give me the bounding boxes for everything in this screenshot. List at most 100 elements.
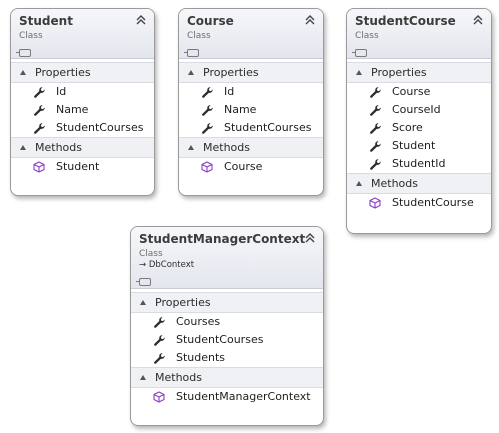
arrow-right-icon: → <box>139 260 147 270</box>
details-toggle-icon[interactable] <box>352 49 367 57</box>
class-box-studentcourse[interactable]: StudentCourse Class Properties Course Co… <box>346 8 492 234</box>
section-label: Properties <box>371 66 427 79</box>
section-label: Properties <box>155 296 211 309</box>
properties-section-header[interactable]: Properties <box>131 292 323 313</box>
method-name: Student <box>56 160 100 173</box>
property-item[interactable]: Course <box>347 83 491 101</box>
wrench-icon <box>154 317 165 328</box>
method-item[interactable]: Course <box>179 158 323 176</box>
property-item[interactable]: Students <box>131 349 323 367</box>
properties-section-header[interactable]: Properties <box>11 62 154 83</box>
details-toggle-icon[interactable] <box>136 278 151 286</box>
section-label: Methods <box>35 141 82 154</box>
class-stereotype: Class <box>187 31 211 41</box>
property-name: StudentCourses <box>224 121 312 134</box>
property-item[interactable]: StudentCourses <box>179 119 323 137</box>
class-name: StudentCourse <box>355 14 456 28</box>
properties-section-header[interactable]: Properties <box>179 62 323 83</box>
wrench-icon <box>154 335 165 346</box>
property-name: StudentCourses <box>56 121 144 134</box>
class-stereotype: Class <box>139 249 163 259</box>
method-item[interactable]: StudentCourse <box>347 194 491 212</box>
methods-section-header[interactable]: Methods <box>131 367 323 388</box>
wrench-icon <box>202 87 213 98</box>
property-name: Students <box>176 351 226 364</box>
class-header: Student Class <box>11 9 154 59</box>
wrench-icon <box>370 87 381 98</box>
expand-triangle-icon[interactable] <box>140 300 146 305</box>
property-name: Score <box>392 121 423 134</box>
property-item[interactable]: StudentCourses <box>11 119 154 137</box>
property-name: Name <box>56 103 89 116</box>
expand-triangle-icon[interactable] <box>188 70 194 75</box>
property-item[interactable]: StudentCourses <box>131 331 323 349</box>
wrench-icon <box>370 123 381 134</box>
cube-icon <box>33 161 45 173</box>
property-item[interactable]: Score <box>347 119 491 137</box>
wrench-icon <box>202 105 213 116</box>
property-name: Name <box>224 103 257 116</box>
method-name: StudentManagerContext <box>176 390 311 403</box>
property-name: Id <box>224 85 235 98</box>
expand-triangle-icon[interactable] <box>20 70 26 75</box>
wrench-icon <box>34 87 45 98</box>
double-chevron-up-icon[interactable] <box>472 14 484 26</box>
cube-icon <box>153 391 165 403</box>
property-name: Courses <box>176 315 221 328</box>
class-name: StudentManagerContext <box>139 232 306 246</box>
property-name: StudentCourses <box>176 333 264 346</box>
double-chevron-up-icon[interactable] <box>135 14 147 26</box>
expand-triangle-icon[interactable] <box>188 145 194 150</box>
double-chevron-up-icon[interactable] <box>304 232 316 244</box>
expand-triangle-icon[interactable] <box>20 145 26 150</box>
property-name: Student <box>392 139 436 152</box>
property-name: CourseId <box>392 103 441 116</box>
methods-section-header[interactable]: Methods <box>11 137 154 158</box>
wrench-icon <box>370 105 381 116</box>
class-stereotype: Class <box>19 31 43 41</box>
double-chevron-up-icon[interactable] <box>304 14 316 26</box>
class-header: Course Class <box>179 9 323 59</box>
section-label: Properties <box>203 66 259 79</box>
section-label: Methods <box>371 177 418 190</box>
section-label: Methods <box>203 141 250 154</box>
property-name: Course <box>392 85 431 98</box>
class-stereotype: Class <box>355 31 379 41</box>
expand-triangle-icon[interactable] <box>140 375 146 380</box>
property-item[interactable]: Id <box>11 83 154 101</box>
expand-triangle-icon[interactable] <box>356 70 362 75</box>
cube-icon <box>201 161 213 173</box>
class-box-studentmanagercontext[interactable]: StudentManagerContext Class → DbContext … <box>130 226 324 426</box>
method-item[interactable]: Student <box>11 158 154 176</box>
methods-section-header[interactable]: Methods <box>179 137 323 158</box>
property-item[interactable]: Name <box>179 101 323 119</box>
property-item[interactable]: CourseId <box>347 101 491 119</box>
base-class-name: DbContext <box>148 260 195 270</box>
section-label: Properties <box>35 66 91 79</box>
wrench-icon <box>370 159 381 170</box>
method-item[interactable]: StudentManagerContext <box>131 388 323 406</box>
class-box-student[interactable]: Student Class Properties Id Name Student… <box>10 8 155 196</box>
wrench-icon <box>370 141 381 152</box>
details-toggle-icon[interactable] <box>16 49 31 57</box>
class-name: Course <box>187 14 234 28</box>
property-name: StudentId <box>392 157 446 170</box>
method-name: StudentCourse <box>392 196 474 209</box>
class-header: StudentCourse Class <box>347 9 491 59</box>
property-item[interactable]: Id <box>179 83 323 101</box>
methods-section-header[interactable]: Methods <box>347 173 491 194</box>
expand-triangle-icon[interactable] <box>356 181 362 186</box>
properties-section-header[interactable]: Properties <box>347 62 491 83</box>
class-name: Student <box>19 14 73 28</box>
section-label: Methods <box>155 371 202 384</box>
details-toggle-icon[interactable] <box>184 49 199 57</box>
property-item[interactable]: Courses <box>131 313 323 331</box>
property-name: Id <box>56 85 67 98</box>
cube-icon <box>369 197 381 209</box>
property-item[interactable]: StudentId <box>347 155 491 173</box>
wrench-icon <box>154 353 165 364</box>
wrench-icon <box>34 105 45 116</box>
property-item[interactable]: Student <box>347 137 491 155</box>
class-box-course[interactable]: Course Class Properties Id Name StudentC… <box>178 8 324 196</box>
property-item[interactable]: Name <box>11 101 154 119</box>
